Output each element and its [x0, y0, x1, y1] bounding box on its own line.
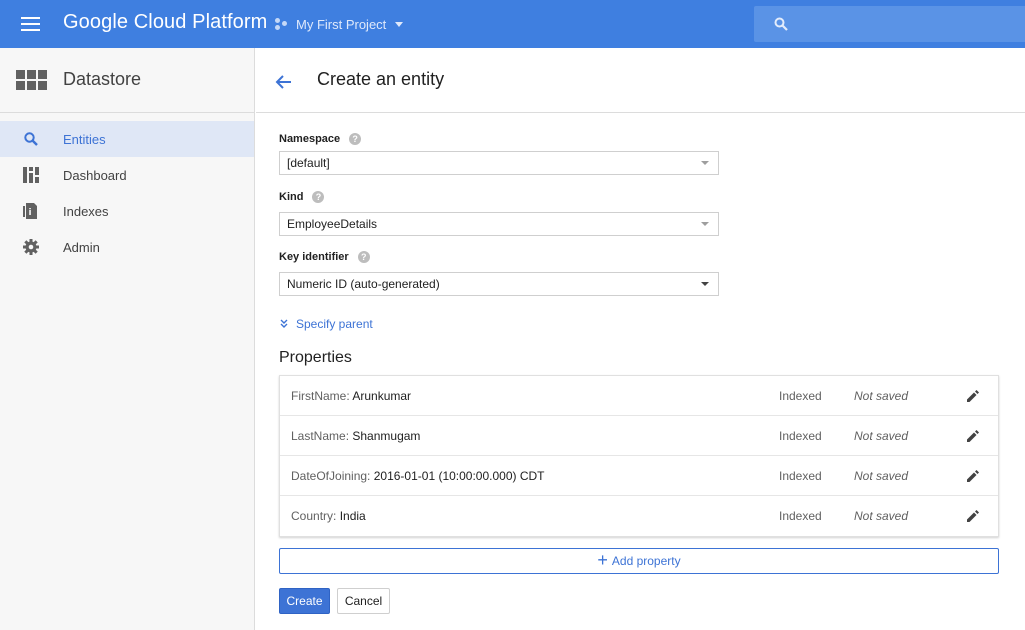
brand-title[interactable]: Google Cloud Platform: [63, 11, 267, 34]
edit-pencil-icon[interactable]: [966, 429, 980, 443]
property-name: DateOfJoining:: [291, 469, 371, 483]
search-icon: [774, 17, 788, 31]
sidebar-item-label: Dashboard: [63, 167, 127, 183]
project-name: My First Project: [296, 16, 387, 32]
key-identifier-value: Numeric ID (auto-generated): [287, 277, 440, 291]
sidebar-title: Datastore: [63, 69, 142, 89]
help-icon[interactable]: ?: [357, 251, 370, 263]
property-name: FirstName:: [291, 389, 350, 403]
property-row[interactable]: FirstName: Arunkumar Indexed Not saved: [280, 376, 998, 416]
kind-label: Kind ?: [279, 191, 325, 203]
sidebar-nav: Entities Dashboard i Indexes Admin: [0, 121, 254, 265]
specify-parent-label: Specify parent: [296, 317, 373, 331]
plus-icon: +: [597, 550, 608, 570]
sidebar-item-entities[interactable]: Entities: [0, 121, 254, 157]
property-value: Shanmugam: [352, 429, 421, 443]
properties-heading: Properties: [279, 349, 352, 366]
sidebar-item-dashboard[interactable]: Dashboard: [0, 157, 254, 193]
namespace-select[interactable]: [default]: [279, 151, 719, 175]
property-status: Not saved: [854, 429, 909, 443]
edit-pencil-icon[interactable]: [966, 389, 980, 403]
search-icon: [24, 132, 38, 146]
caret-down-icon: [701, 161, 709, 165]
property-status: Not saved: [854, 469, 909, 483]
dashboard-icon: [23, 167, 39, 183]
key-identifier-label-text: Key identifier: [279, 251, 349, 263]
project-icon: [274, 17, 288, 31]
property-value: 2016-01-01 (10:00:00.000) CDT: [373, 469, 545, 483]
sidebar-item-label: Indexes: [63, 203, 109, 219]
double-chevron-down-icon: [280, 319, 288, 328]
property-status: Not saved: [854, 389, 909, 403]
help-icon[interactable]: ?: [349, 133, 362, 145]
property-value: Arunkumar: [352, 389, 412, 403]
property-status: Not saved: [854, 509, 909, 523]
indexes-icon: i: [23, 203, 37, 219]
gear-icon: [23, 239, 39, 255]
property-row[interactable]: Country: India Indexed Not saved: [280, 496, 998, 536]
property-cell: LastName: Shanmugam: [291, 429, 420, 443]
page-header: Create an entity: [256, 48, 1025, 113]
namespace-label: Namespace ?: [279, 133, 362, 145]
sidebar-item-label: Entities: [63, 131, 106, 147]
sidebar-item-admin[interactable]: Admin: [0, 229, 254, 265]
add-property-label: Add property: [611, 554, 681, 568]
search-input[interactable]: [754, 6, 1025, 42]
property-indexed: Indexed: [779, 389, 822, 403]
sidebar-header: Datastore: [0, 48, 254, 113]
namespace-label-text: Namespace: [279, 133, 341, 145]
hamburger-menu-icon[interactable]: [21, 16, 41, 32]
kind-value: EmployeeDetails: [287, 217, 378, 231]
property-row[interactable]: LastName: Shanmugam Indexed Not saved: [280, 416, 998, 456]
create-button[interactable]: Create: [279, 588, 330, 614]
caret-down-icon: [395, 21, 404, 27]
caret-down-icon: [701, 282, 709, 286]
svg-text:i: i: [29, 208, 32, 218]
property-name: LastName:: [291, 429, 350, 443]
key-identifier-select[interactable]: Numeric ID (auto-generated): [279, 272, 719, 296]
kind-select[interactable]: EmployeeDetails: [279, 212, 719, 236]
properties-table: FirstName: Arunkumar Indexed Not saved L…: [279, 375, 999, 537]
add-property-button[interactable]: + Add property: [279, 548, 999, 574]
property-indexed: Indexed: [779, 509, 822, 523]
property-indexed: Indexed: [779, 469, 822, 483]
sidebar: Datastore Entities Dashboard i Indexes A…: [0, 48, 255, 630]
edit-pencil-icon[interactable]: [966, 509, 980, 523]
property-indexed: Indexed: [779, 429, 822, 443]
key-identifier-label: Key identifier ?: [279, 251, 370, 263]
kind-label-text: Kind: [279, 191, 304, 203]
top-app-bar: Google Cloud Platform My First Project: [0, 0, 1025, 48]
cancel-button[interactable]: Cancel: [337, 588, 390, 614]
page-title: Create an entity: [317, 69, 445, 89]
project-selector[interactable]: My First Project: [274, 15, 404, 33]
property-name: Country:: [291, 509, 337, 523]
help-icon[interactable]: ?: [312, 191, 325, 203]
specify-parent-link[interactable]: Specify parent: [279, 317, 373, 331]
sidebar-item-indexes[interactable]: i Indexes: [0, 193, 254, 229]
caret-down-icon: [701, 222, 709, 226]
property-cell: FirstName: Arunkumar: [291, 389, 411, 403]
property-row[interactable]: DateOfJoining: 2016-01-01 (10:00:00.000)…: [280, 456, 998, 496]
property-cell: Country: India: [291, 509, 366, 523]
datastore-icon: [16, 70, 48, 90]
property-value: India: [339, 509, 366, 523]
sidebar-item-label: Admin: [63, 239, 100, 255]
namespace-value: [default]: [287, 156, 330, 170]
edit-pencil-icon[interactable]: [966, 469, 980, 483]
back-arrow-icon[interactable]: [274, 72, 294, 92]
property-cell: DateOfJoining: 2016-01-01 (10:00:00.000)…: [291, 469, 545, 483]
